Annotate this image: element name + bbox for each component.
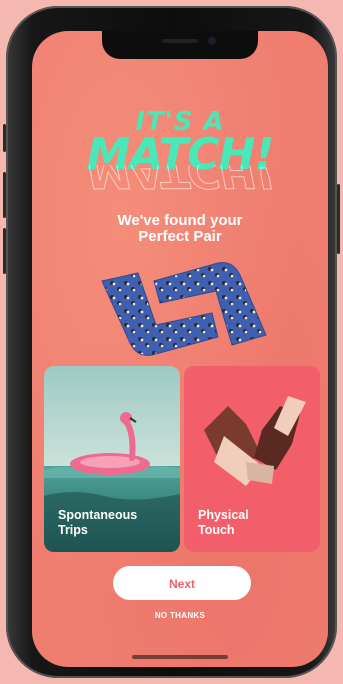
app-screen: IT'S A MATCH! MATCH! We've found your Pe… [32,31,328,667]
card-label-line-2: Trips [58,523,88,537]
card-label-line-2: Touch [198,523,235,537]
mute-switch [3,124,6,152]
card-label-spontaneous-trips: Spontaneous Trips [58,508,137,538]
volume-up-button [3,172,6,218]
next-button[interactable]: Next [113,566,251,600]
card-label-line-1: Spontaneous [58,508,138,522]
socks-illustration [101,262,267,356]
power-button [337,184,340,254]
volume-down-button [3,228,6,274]
front-camera [208,37,216,45]
home-indicator [132,655,228,659]
card-label-physical-touch: Physical Touch [198,508,249,538]
card-physical-touch[interactable]: Physical Touch [184,366,320,552]
notch [102,31,258,59]
subtitle-line-2: Perfect Pair [138,228,222,245]
card-label-line-1: Physical [198,508,249,522]
subtitle-line-1: We've found your [117,212,243,229]
no-thanks-link[interactable]: NO THANKS [32,611,328,620]
card-spontaneous-trips[interactable]: Spontaneous Trips [44,366,180,552]
match-subtitle: We've found your Perfect Pair [32,213,328,245]
headline-echo: MATCH! [86,165,274,193]
phone-frame: IT'S A MATCH! MATCH! We've found your Pe… [3,6,340,678]
speaker-grille [162,39,198,43]
